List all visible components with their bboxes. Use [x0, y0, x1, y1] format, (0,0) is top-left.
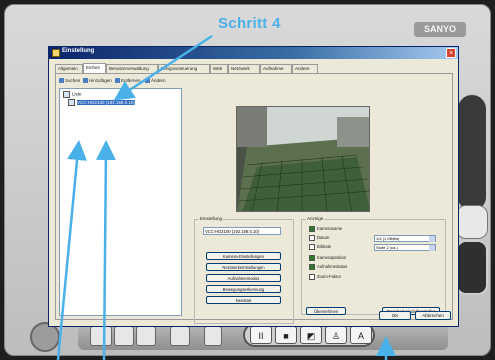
camera-image — [237, 107, 369, 211]
network-settings-button[interactable]: Netzwerkeinstellungen — [206, 263, 281, 271]
option-frame-rate[interactable]: Bildrate — [309, 244, 369, 251]
close-button[interactable]: × — [446, 48, 456, 58]
quality-select[interactable]: 1/4 (1 Mbit/s) — [374, 235, 436, 242]
side-control-button[interactable] — [456, 205, 488, 239]
pause-button[interactable]: II — [250, 326, 272, 344]
text-button[interactable]: A — [350, 326, 372, 344]
dialog-app-icon — [52, 49, 60, 57]
option-date[interactable]: Datum — [309, 235, 369, 242]
search-tool-button[interactable]: Suchen — [59, 78, 81, 86]
search-icon — [59, 78, 64, 84]
snapshot-button[interactable]: ◩ — [300, 326, 322, 344]
dialog-title-bar[interactable]: Einstellung × — [49, 47, 458, 59]
dialog-title: Einstellung — [62, 48, 95, 54]
recording-mode-button[interactable]: Aufnahmemodus — [206, 274, 281, 282]
tree-camera-node[interactable]: VCC-HD2100 (192.168.0.10) — [68, 99, 180, 106]
side-control-panel-lower — [456, 240, 488, 295]
checkbox-icon — [309, 244, 315, 250]
camera-icon — [68, 99, 75, 106]
tab-aufnahme[interactable]: Aufnahme — [260, 64, 292, 73]
tab-ereignissteuerung[interactable]: Ereignissteuerung — [158, 64, 210, 73]
chevron-down-icon — [429, 245, 435, 251]
device-tree[interactable]: Liste VCC-HD2100 (192.168.0.10) — [59, 88, 182, 316]
level-select[interactable]: Stufe 2 (ca.) — [374, 244, 436, 251]
checkbox-icon — [309, 274, 315, 280]
motion-detection-button[interactable]: Bewegungserkennung — [206, 285, 281, 293]
remove-icon — [115, 78, 120, 84]
camera-settings-button[interactable]: Kamera-Einstellungen — [206, 252, 281, 260]
device-group-title: Einstellung — [199, 216, 224, 221]
tab-web[interactable]: Web — [210, 64, 228, 73]
tree-root-node[interactable]: Liste — [63, 91, 178, 98]
ok-button[interactable]: OK — [379, 311, 411, 320]
layout-button-2[interactable] — [114, 326, 134, 346]
tab-benutzerverwaltung[interactable]: Benutzerverwaltung — [106, 64, 158, 73]
edit-icon — [145, 78, 150, 84]
display-group-title: Anzeige — [306, 216, 325, 221]
device-name-field[interactable]: VCC-HD2100 (192.168.0.10) — [203, 227, 281, 235]
tab-einheit[interactable]: Einheit — [83, 63, 106, 73]
restart-button[interactable]: Neustart — [206, 296, 281, 304]
stop-button[interactable]: ■ — [275, 326, 297, 344]
folder-icon — [63, 91, 70, 98]
tab-panel: Suchen Hinzufügen Entfernen Ändern Liste… — [55, 73, 453, 324]
checkbox-icon — [309, 226, 315, 232]
camera-preview — [236, 106, 370, 212]
user-button[interactable]: ♙ — [325, 326, 347, 344]
layout-button-4[interactable] — [170, 326, 190, 346]
option-recording-status[interactable]: Aufnahmestatus — [309, 264, 369, 271]
edit-tool-button[interactable]: Ändern — [145, 78, 171, 86]
layout-button-5[interactable] — [204, 326, 222, 346]
layout-button-1[interactable] — [90, 326, 112, 346]
brand-logo: SANYO — [414, 22, 466, 37]
checkbox-icon — [309, 255, 315, 261]
tab-bar: Allgemein Einheit Benutzerverwaltung Ere… — [55, 63, 453, 73]
layout-button-3[interactable] — [136, 326, 156, 346]
add-tool-button[interactable]: Hinzufügen — [83, 78, 113, 86]
option-zoom-factor[interactable]: Zoom-Faktor — [309, 274, 369, 281]
chevron-down-icon — [429, 236, 435, 242]
remove-tool-button[interactable]: Entfernen — [115, 78, 143, 86]
tab-andere[interactable]: Andere — [292, 64, 318, 73]
side-control-panel — [456, 93, 488, 213]
add-icon — [83, 78, 88, 84]
step-annotation-label: Schritt 4 — [218, 15, 281, 32]
tab-allgemein[interactable]: Allgemein — [55, 64, 83, 73]
settings-dialog: Einstellung × Allgemein Einheit Benutzer… — [48, 46, 459, 327]
option-camera-name[interactable]: Kameraname — [309, 226, 369, 233]
cancel-button[interactable]: Abbrechen — [415, 311, 451, 320]
tab-netzwerk[interactable]: Netzwerk — [228, 64, 260, 73]
checkbox-icon — [309, 264, 315, 270]
checkbox-icon — [309, 235, 315, 241]
option-camera-position[interactable]: Kameraposition — [309, 255, 369, 262]
apply-button[interactable]: Übernehmen — [306, 307, 346, 315]
